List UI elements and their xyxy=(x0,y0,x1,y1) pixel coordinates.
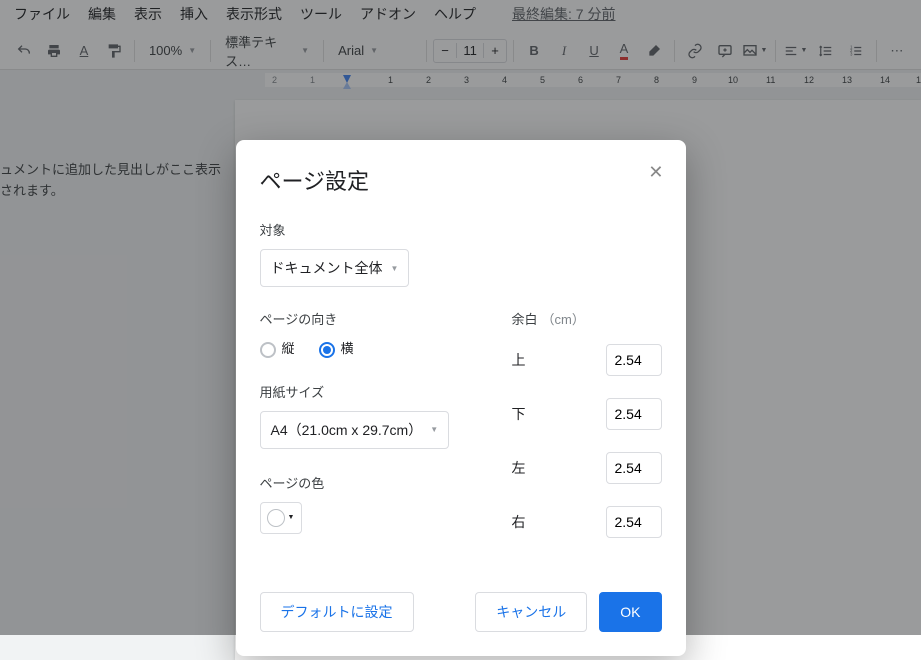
modal-backdrop: ページ設定 ✕ 対象 ドキュメント全体 ▼ ページの向き 縦 横 用紙サイズ A… xyxy=(0,0,921,635)
orientation-landscape-label: 横 xyxy=(341,341,354,356)
orientation-landscape[interactable]: 横 xyxy=(319,338,354,358)
margins-label: 余白（cm） xyxy=(512,309,662,328)
orientation-label: ページの向き xyxy=(260,309,472,328)
white-swatch-icon xyxy=(267,509,285,527)
ok-button[interactable]: OK xyxy=(599,592,661,632)
apply-to-label: 対象 xyxy=(260,220,662,239)
paper-size-value: A4（21.0cm x 29.7cm） xyxy=(271,420,423,440)
margin-left-input[interactable] xyxy=(606,452,662,484)
radio-checked-icon xyxy=(319,342,335,358)
margin-bottom-input[interactable] xyxy=(606,398,662,430)
cancel-button[interactable]: キャンセル xyxy=(475,592,587,632)
chevron-down-icon: ▼ xyxy=(391,264,399,273)
orientation-portrait-label: 縦 xyxy=(282,341,295,356)
chevron-down-icon: ▼ xyxy=(288,514,295,521)
dialog-title: ページ設定 xyxy=(260,164,662,196)
margin-right-label: 右 xyxy=(512,512,526,532)
radio-icon xyxy=(260,342,276,358)
close-icon[interactable]: ✕ xyxy=(648,162,663,183)
chevron-down-icon: ▼ xyxy=(430,425,438,434)
margin-top-input[interactable] xyxy=(606,344,662,376)
paper-size-label: 用紙サイズ xyxy=(260,382,472,401)
margin-right-input[interactable] xyxy=(606,506,662,538)
page-setup-dialog: ページ設定 ✕ 対象 ドキュメント全体 ▼ ページの向き 縦 横 用紙サイズ A… xyxy=(236,140,686,656)
margin-bottom-label: 下 xyxy=(512,404,526,424)
page-color-label: ページの色 xyxy=(260,473,472,492)
margin-top-label: 上 xyxy=(512,350,526,370)
margin-left-label: 左 xyxy=(512,458,526,478)
orientation-portrait[interactable]: 縦 xyxy=(260,338,295,358)
paper-size-select[interactable]: A4（21.0cm x 29.7cm） ▼ xyxy=(260,411,450,449)
apply-to-value: ドキュメント全体 xyxy=(271,258,383,278)
page-color-picker[interactable]: ▼ xyxy=(260,502,302,534)
set-default-button[interactable]: デフォルトに設定 xyxy=(260,592,414,632)
apply-to-select[interactable]: ドキュメント全体 ▼ xyxy=(260,249,410,287)
